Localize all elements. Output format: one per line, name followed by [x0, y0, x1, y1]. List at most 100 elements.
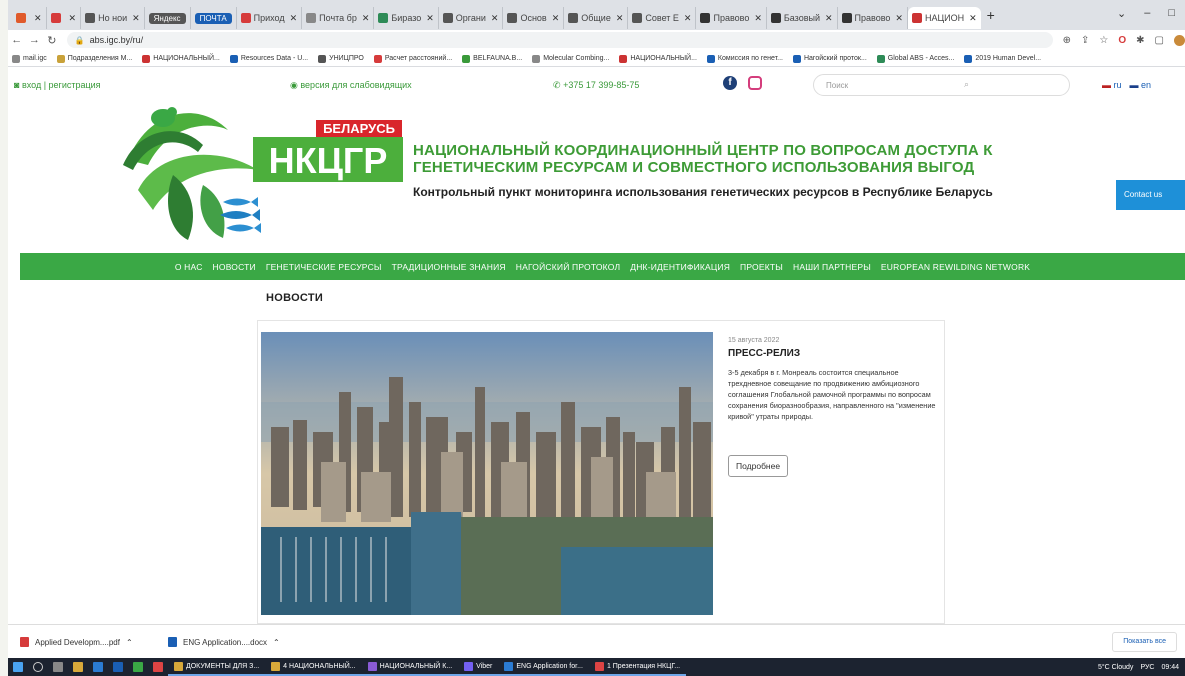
browser-tab[interactable]: Правово ✕ — [838, 7, 908, 29]
close-tab-icon[interactable]: ✕ — [552, 13, 560, 24]
browser-tab[interactable]: Основ ✕ — [503, 7, 565, 29]
search-icon[interactable] — [33, 662, 43, 672]
bookmark-item[interactable]: Resources Data - U... — [229, 54, 308, 63]
lang-ru[interactable]: ▬ ru — [1102, 80, 1122, 90]
lang-en[interactable]: ▬ en — [1130, 80, 1152, 90]
extensions-icon[interactable]: ✱ — [1136, 35, 1144, 46]
download-item[interactable]: Applied Developm....pdf ⌃ — [20, 637, 133, 647]
browser-tab[interactable]: Правово ✕ — [696, 7, 767, 29]
close-tab-icon[interactable]: ✕ — [616, 13, 624, 24]
menu-item[interactable]: О НАС — [175, 262, 203, 272]
close-tab-icon[interactable]: ✕ — [34, 13, 42, 24]
search-icon[interactable]: ⌕ — [964, 79, 969, 90]
taskbar-app[interactable]: ENG Application for... — [498, 658, 589, 676]
excel-icon[interactable] — [133, 662, 143, 672]
menu-item[interactable]: НОВОСТИ — [213, 262, 256, 272]
menu-item[interactable]: ДНК-ИДЕНТИФИКАЦИЯ — [630, 262, 730, 272]
menu-item[interactable]: ГЕНЕТИЧЕСКИЕ РЕСУРСЫ — [266, 262, 382, 272]
facebook-icon[interactable]: f — [723, 76, 737, 90]
browser-tab[interactable]: Общие ✕ — [564, 7, 629, 29]
browser-tab[interactable]: ✕ — [12, 7, 47, 29]
bookmark-item[interactable]: Подразделения М... — [56, 54, 132, 63]
bookmark-item[interactable]: Нагойский проток... — [792, 54, 867, 63]
news-photo[interactable] — [261, 332, 713, 615]
browser-tab[interactable]: Биразо ✕ — [374, 7, 439, 29]
bookmark-item[interactable]: 2019 Human Devel... — [964, 54, 1041, 63]
browser-tab[interactable]: Яндекс — [145, 7, 191, 29]
menu-item[interactable]: НАГОЙСКИЙ ПРОТОКОЛ — [516, 262, 621, 272]
powerpoint-icon[interactable] — [153, 662, 163, 672]
bookmark-item[interactable]: НАЦИОНАЛЬНЫЙ... — [619, 54, 697, 63]
taskbar-app[interactable]: НАЦИОНАЛЬНЫЙ К... — [361, 658, 459, 676]
tab-search-icon[interactable]: ⌄ — [1117, 7, 1126, 20]
menu-item[interactable]: ТРАДИЦИОННЫЕ ЗНАНИЯ — [392, 262, 506, 272]
taskbar-app[interactable]: ДОКУМЕНТЫ ДЛЯ З... — [168, 658, 266, 676]
tray-weather[interactable]: 5°C Cloudy — [1098, 664, 1133, 671]
close-tab-icon[interactable]: ✕ — [290, 13, 298, 24]
profile-icon[interactable] — [1173, 34, 1185, 46]
zoom-icon[interactable]: ⊕ — [1063, 35, 1071, 46]
bookmark-item[interactable]: Molecular Combing... — [532, 54, 609, 63]
close-tab-icon[interactable]: ✕ — [825, 13, 833, 24]
browser-tab[interactable]: Органи ✕ — [439, 7, 504, 29]
taskbar-app[interactable]: Viber — [458, 658, 499, 676]
browser-tab[interactable]: Но нои ✕ — [81, 7, 145, 29]
close-tab-icon[interactable]: ✕ — [426, 13, 434, 24]
show-all-downloads-button[interactable]: Показать все — [1112, 632, 1177, 652]
windows-start-icon[interactable] — [13, 662, 23, 672]
explorer-icon[interactable] — [73, 662, 83, 672]
close-tab-icon[interactable]: ✕ — [362, 13, 370, 24]
close-tab-icon[interactable]: ✕ — [491, 13, 499, 24]
bookmark-item[interactable]: Комиссия по генет... — [706, 54, 783, 63]
site-logo[interactable]: БЕЛАРУСЬ НКЦГР — [108, 90, 408, 250]
bookmark-item[interactable]: mail.igc — [12, 54, 47, 63]
menu-item[interactable]: НАШИ ПАРТНЕРЫ — [793, 262, 871, 272]
bookmark-item[interactable]: УНИЦПРО — [318, 54, 364, 63]
bookmark-item[interactable]: Расчет расстояний... — [373, 54, 452, 63]
menu-item[interactable]: ПРОЕКТЫ — [740, 262, 783, 272]
read-more-button[interactable]: Подробнее — [728, 455, 789, 477]
close-tab-icon[interactable]: ✕ — [895, 13, 903, 24]
star-icon[interactable]: ☆ — [1099, 35, 1108, 46]
browser-tab[interactable]: ✕ — [47, 7, 82, 29]
url-input[interactable]: 🔒 abs.igc.by/ru/ — [66, 32, 1053, 48]
bookmark-item[interactable]: BELFAUNA.B... — [462, 54, 522, 63]
browser-tab[interactable]: ПОЧТА — [191, 7, 237, 29]
browser-tab[interactable]: Совет Е ✕ — [628, 7, 697, 29]
bookmark-item[interactable]: НАЦИОНАЛЬНЫЙ... — [142, 54, 220, 63]
instagram-icon[interactable] — [748, 76, 762, 90]
browser-tab[interactable]: Почта бр ✕ — [302, 7, 375, 29]
menu-item[interactable]: EUROPEAN REWILDING NETWORK — [881, 262, 1030, 272]
contact-us-button[interactable]: Contact us — [1116, 180, 1185, 210]
taskbar-app[interactable]: 4 НАЦИОНАЛЬНЫЙ... — [265, 658, 362, 676]
forward-icon[interactable]: → — [26, 34, 44, 46]
browser-tab[interactable]: Приход ✕ — [237, 7, 303, 29]
browser-tab[interactable]: НАЦИОН ✕ — [907, 7, 981, 29]
word-taskbar-icon[interactable] — [93, 662, 103, 672]
download-item[interactable]: ENG Application....docx ⌃ — [168, 637, 280, 647]
tray-lang[interactable]: РУС — [1140, 664, 1154, 671]
close-tab-icon[interactable]: ✕ — [754, 13, 762, 24]
login-link[interactable]: ◙ вход | регистрация — [14, 80, 101, 90]
site-search-input[interactable]: Поиск ⌕ — [813, 74, 1070, 96]
chevron-up-icon[interactable]: ⌃ — [126, 638, 133, 647]
share-icon[interactable]: ⇪ — [1081, 35, 1089, 46]
tray-time[interactable]: 09:44 — [1161, 664, 1179, 671]
taskbar-app[interactable]: 1 Презентация НКЦГ... — [588, 658, 687, 676]
maximize-button[interactable]: □ — [1168, 7, 1175, 20]
close-tab-icon[interactable]: ✕ — [969, 13, 977, 24]
close-tab-icon[interactable]: ✕ — [684, 13, 692, 24]
task-view-icon[interactable] — [53, 662, 63, 672]
news-title[interactable]: ПРЕСС-РЕЛИЗ — [728, 348, 800, 359]
back-icon[interactable]: ← — [8, 34, 26, 46]
close-tab-icon[interactable]: ✕ — [132, 13, 140, 24]
browser-tab[interactable]: Базовый ✕ — [767, 7, 838, 29]
chevron-up-icon[interactable]: ⌃ — [273, 638, 280, 647]
new-tab-button[interactable]: + — [987, 7, 995, 23]
sidebar-icon[interactable]: ▢ — [1155, 35, 1164, 46]
phone-link[interactable]: ✆ +375 17 399-85-75 — [553, 80, 639, 91]
minimize-button[interactable]: – — [1144, 7, 1150, 20]
opera-icon[interactable]: O — [1118, 35, 1126, 46]
reload-icon[interactable]: ↻ — [43, 34, 61, 47]
store-icon[interactable] — [113, 662, 123, 672]
